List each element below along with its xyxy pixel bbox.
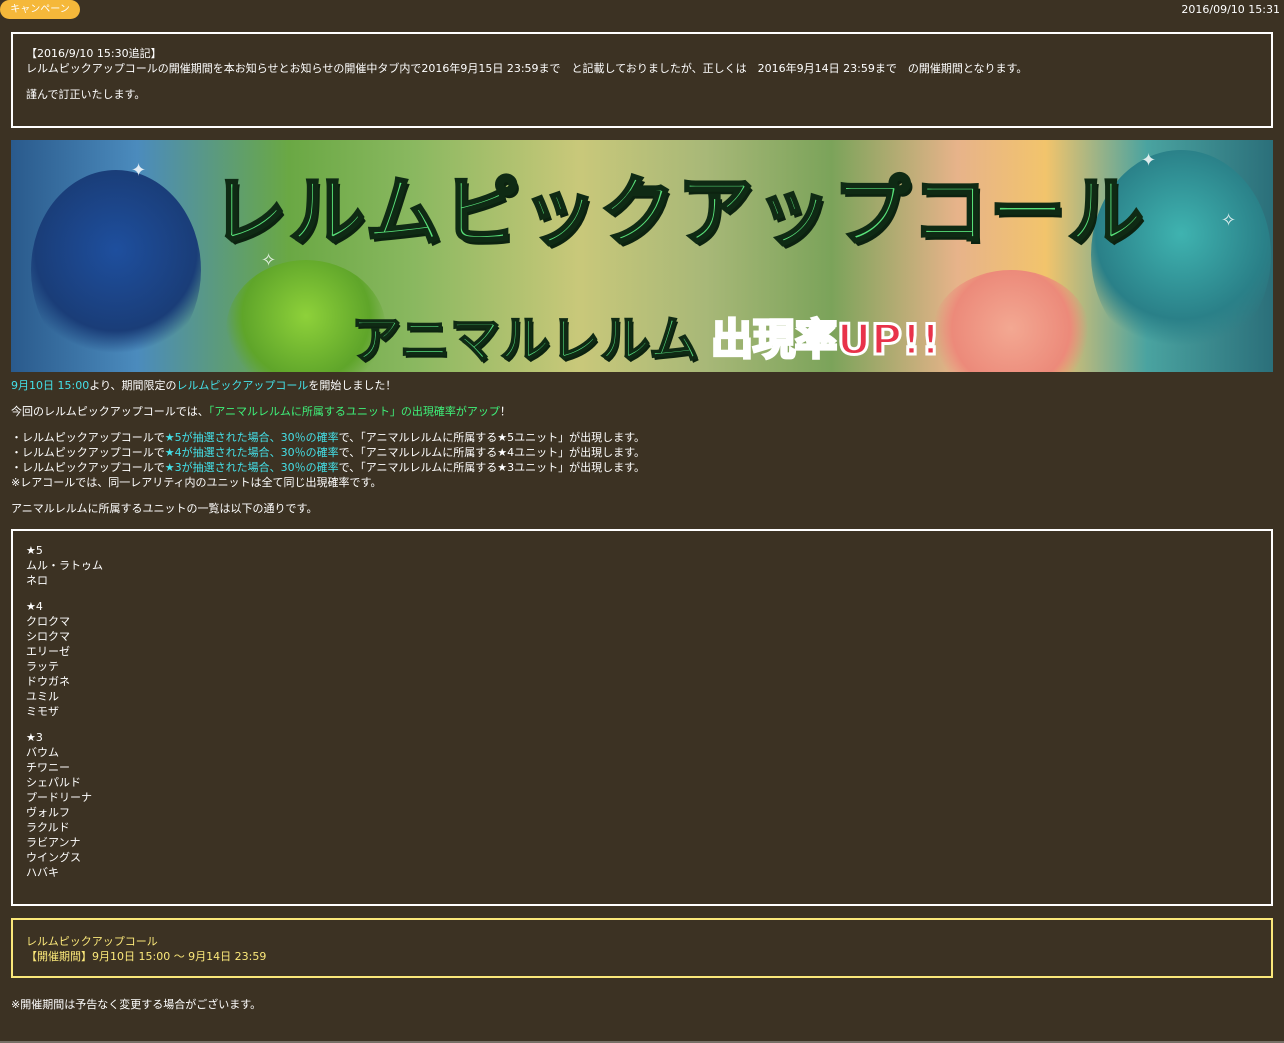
unit-name: ネロ [26, 574, 48, 587]
intro-line2-highlight: 「アニマルレルムに所属するユニット」の出現確率がアップ [208, 405, 500, 418]
notice-apology: 謹んで訂正いたします。 [26, 88, 146, 101]
period-dates: 【開催期間】9月10日 15:00 ～ 9月14日 23:59 [26, 950, 267, 963]
intro-line: 9月10日 15:00より、期間限定のレルムピックアップコールを開始しました！ [11, 378, 396, 393]
sparkle-icon: ✧ [1221, 210, 1237, 231]
unit-name: ラクルド [26, 821, 70, 834]
intro-text-2: を開始しました！ [308, 379, 397, 392]
unit-name: シロクマ [26, 630, 70, 643]
intro-line2-prefix: 今回のレルムピックアップコールでは、 [11, 405, 209, 418]
banner-character-pink [931, 270, 1091, 372]
unit-name: ウイングス [26, 851, 81, 864]
rarity-group-3: ★3 バウム チワニー シェパルド プードリーナ ヴォルフ ラクルド ラビアンナ… [26, 730, 1258, 880]
timestamp: 2016/09/10 15:31 [1181, 3, 1280, 16]
event-period-box: レルムピックアップコール 【開催期間】9月10日 15:00 ～ 9月14日 2… [11, 918, 1273, 978]
unit-list-box: ★5 ムル・ラトゥム ネロ ★4 クロクマ シロクマ エリーゼ ラッテ ドウガネ… [11, 529, 1273, 906]
unit-name: プードリーナ [26, 791, 92, 804]
rarity-label: ★4 [26, 600, 43, 613]
unit-name: バウム [26, 746, 59, 759]
sparkle-icon: ✦ [131, 160, 147, 181]
event-name-link: レルムピックアップコール [176, 379, 309, 392]
rarity-label: ★5 [26, 544, 43, 557]
banner-character-blue [31, 170, 201, 370]
unit-name: ユミル [26, 690, 59, 703]
unit-name: ムル・ラトゥム [26, 559, 103, 572]
rare-note: ※レアコールでは、同一レアリティ内のユニットは全て同じ出現確率です。 [11, 476, 382, 489]
unit-name: チワニー [26, 761, 70, 774]
period-event-name: レルムピックアップコール [26, 935, 158, 948]
intro-line-2: 今回のレルムピックアップコールでは、「アニマルレルムに所属するユニット」の出現確… [11, 404, 511, 419]
unit-name: エリーゼ [26, 645, 70, 658]
banner-subtitle: アニマルレルム [350, 310, 700, 370]
notice-heading: 【2016/9/10 15:30追記】 [26, 47, 162, 60]
banner-title: レルムピックアップコール [209, 166, 1146, 258]
rate-list: ・レルムピックアップコールで★5が抽選された場合、30％の確率で、「アニマルレル… [11, 430, 645, 490]
unit-name: クロクマ [26, 615, 70, 628]
intro-line2-suffix: ！ [499, 405, 511, 418]
rarity-group-4: ★4 クロクマ シロクマ エリーゼ ラッテ ドウガネ ユミル ミモザ [26, 599, 1258, 719]
unit-name: ミモザ [26, 705, 59, 718]
start-date: 9月10日 15:00 [11, 379, 90, 392]
footer-note: ※開催期間は予告なく変更する場合がございます。 [11, 998, 262, 1011]
unit-name: ハバキ [26, 866, 59, 879]
intro-text-1: より、期間限定の [89, 379, 177, 392]
rate-item: ・レルムピックアップコールで★4が抽選された場合、30％の確率で、「アニマルレル… [11, 446, 646, 459]
event-banner-image: ✦ ✦ ✧ ✧ レルムピックアップコール アニマルレルム 出現率UP!! [11, 140, 1273, 372]
unit-name: ラビアンナ [26, 836, 81, 849]
unit-name: ドウガネ [26, 675, 70, 688]
notice-body: レルムピックアップコールの開催期間を本お知らせとお知らせの開催中タブ内で2016… [26, 62, 1028, 75]
rate-item: ・レルムピックアップコールで★3が抽選された場合、30％の確率で、「アニマルレル… [11, 461, 646, 474]
campaign-tag[interactable]: キャンペーン [0, 0, 80, 19]
unit-name: シェパルド [26, 776, 81, 789]
correction-notice-box: 【2016/9/10 15:30追記】 レルムピックアップコールの開催期間を本お… [11, 32, 1273, 128]
unit-name: ラッテ [26, 660, 59, 673]
rate-item: ・レルムピックアップコールで★5が抽選された場合、30％の確率で、「アニマルレル… [11, 431, 646, 444]
rarity-label: ★3 [26, 731, 43, 744]
banner-highlight: 出現率UP!! [709, 314, 941, 366]
rarity-group-5: ★5 ムル・ラトゥム ネロ [26, 543, 1258, 588]
unit-name: ヴォルフ [26, 806, 70, 819]
unit-list-intro: アニマルレルムに所属するユニットの一覧は以下の通りです。 [11, 502, 318, 515]
page: キャンペーン 2016/09/10 15:31 【2016/9/10 15:30… [0, 0, 1284, 1043]
